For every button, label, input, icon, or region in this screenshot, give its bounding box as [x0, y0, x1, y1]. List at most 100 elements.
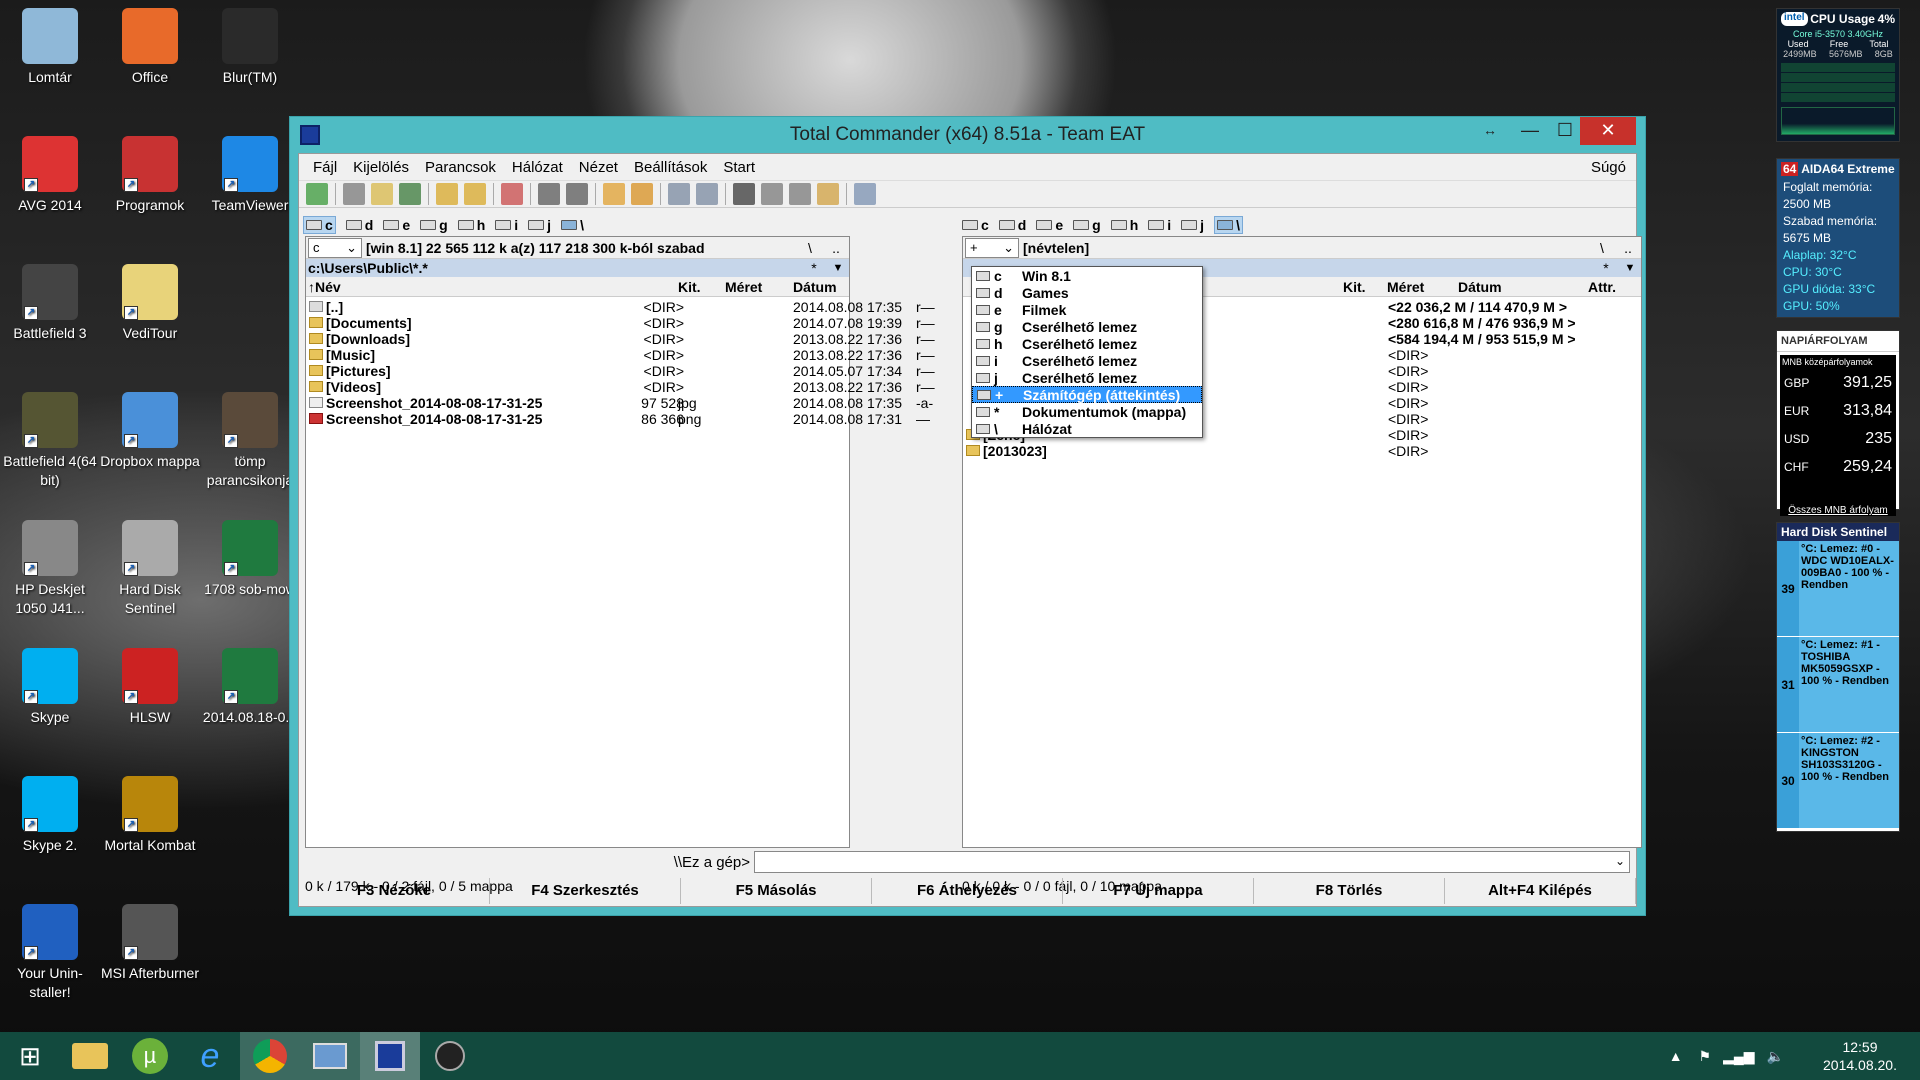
- drive-button-c[interactable]: c: [962, 217, 989, 233]
- taskbar-chrome[interactable]: [240, 1032, 300, 1080]
- desktop-icon[interactable]: ↗ 2014.08.18-0...: [200, 648, 300, 727]
- fkey-button[interactable]: F8 Törlés: [1254, 878, 1445, 904]
- drive-button-h[interactable]: h: [1110, 217, 1138, 233]
- desktop-icon[interactable]: ↗ Skype 2.: [0, 776, 100, 855]
- drive-button-d[interactable]: d: [998, 217, 1026, 233]
- desktop-icon[interactable]: ↗ MSI Afterburner: [100, 904, 200, 983]
- compare-icon[interactable]: [789, 183, 811, 205]
- url-icon[interactable]: [696, 183, 718, 205]
- desktop-icon[interactable]: ↗ Your Unin-staller!: [0, 904, 100, 1002]
- menu-1[interactable]: Kijelölés: [345, 159, 417, 176]
- desktop-icon[interactable]: ↗ Programok: [100, 136, 200, 215]
- start-button[interactable]: ⊞: [0, 1032, 60, 1080]
- pack-icon[interactable]: [603, 183, 625, 205]
- taskbar-utorrent[interactable]: µ: [120, 1032, 180, 1080]
- clock[interactable]: 12:59 2014.08.20.: [1814, 1038, 1906, 1074]
- col-size[interactable]: Méret: [1387, 279, 1424, 295]
- col-attr[interactable]: Attr.: [1588, 279, 1616, 295]
- drive-option[interactable]: j Cserélhető lemez: [972, 369, 1202, 386]
- right-filter[interactable]: *: [1593, 260, 1619, 276]
- left-filter[interactable]: *: [801, 260, 827, 276]
- forward-arrow-icon[interactable]: [566, 183, 588, 205]
- col-name[interactable]: ↑Név: [308, 279, 341, 295]
- desktop-icon[interactable]: ↗ AVG 2014: [0, 136, 100, 215]
- left-drive-combo[interactable]: c ⌄: [308, 237, 362, 258]
- sync-icon[interactable]: [464, 183, 486, 205]
- desktop-icon[interactable]: ↗ 1708 sob-mow: [200, 520, 300, 599]
- unpack-icon[interactable]: [631, 183, 653, 205]
- menu-6[interactable]: Start: [715, 159, 763, 176]
- file-row[interactable]: [2013023] <DIR>: [963, 443, 1641, 459]
- file-row[interactable]: [Pictures] <DIR> 2014.05.07 17:34 r—: [306, 363, 935, 379]
- file-row[interactable]: [Music] <DIR> 2013.08.22 17:36 r—: [306, 347, 935, 363]
- rates-link[interactable]: Összes MNB árfolyam: [1780, 505, 1896, 516]
- desktop-icon[interactable]: Office: [100, 8, 200, 87]
- menu-5[interactable]: Beállítások: [626, 159, 715, 176]
- binoculars-icon[interactable]: [733, 183, 755, 205]
- drive-option[interactable]: g Cserélhető lemez: [972, 318, 1202, 335]
- menu-3[interactable]: Hálózat: [504, 159, 571, 176]
- left-path-bar[interactable]: c:\Users\Public\*.* * ▼: [306, 259, 849, 277]
- speaker-icon[interactable]: 🔈: [1767, 1048, 1784, 1065]
- fkey-button[interactable]: F5 Másolás: [681, 878, 872, 904]
- title-bar[interactable]: Total Commander (x64) 8.51a - Team EAT ↔…: [290, 117, 1645, 153]
- desktop-icon[interactable]: ↗ Battlefield 3: [0, 264, 100, 343]
- desktop-icon[interactable]: ↗ Battlefield 4(64 bit): [0, 392, 100, 490]
- desktop-icon[interactable]: ↗ HP Deskjet 1050 J41...: [0, 520, 100, 618]
- taskbar-ie[interactable]: e: [180, 1032, 240, 1080]
- right-drive-combo[interactable]: + ⌄: [965, 237, 1019, 258]
- drive-option[interactable]: * Dokumentumok (mappa): [972, 403, 1202, 420]
- drive-button-d[interactable]: d: [345, 217, 373, 233]
- desktop-icon[interactable]: ↗ HLSW: [100, 648, 200, 727]
- desktop-icon[interactable]: Lomtár: [0, 8, 100, 87]
- drive-option[interactable]: h Cserélhető lemez: [972, 335, 1202, 352]
- desktop-icon[interactable]: ↗ Hard Disk Sentinel: [100, 520, 200, 618]
- drive-button-i[interactable]: i: [1148, 217, 1171, 233]
- ftp-icon[interactable]: [668, 183, 690, 205]
- drive-option[interactable]: + Számítógép (áttekintés): [972, 386, 1202, 403]
- fkey-button[interactable]: F6 Áthelyezés: [872, 878, 1063, 904]
- file-row[interactable]: [Videos] <DIR> 2013.08.22 17:36 r—: [306, 379, 935, 395]
- thumbnail-icon[interactable]: [399, 183, 421, 205]
- left-up-button[interactable]: ..: [823, 240, 849, 256]
- drive-button-j[interactable]: j: [1181, 217, 1204, 233]
- chevron-down-icon[interactable]: ▼: [1619, 262, 1641, 274]
- multi-rename-icon[interactable]: [761, 183, 783, 205]
- refresh-icon[interactable]: [306, 183, 328, 205]
- file-row[interactable]: Screenshot_2014-08-08-17-31-25 png 86 366 2…: [306, 411, 930, 427]
- flag-icon[interactable]: ⚑: [1699, 1048, 1712, 1065]
- drive-option[interactable]: e Filmek: [972, 301, 1202, 318]
- menu-help[interactable]: Súgó: [1583, 159, 1636, 176]
- desktop-icon[interactable]: ↗ Dropbox mappa: [100, 392, 200, 471]
- drive-option[interactable]: d Games: [972, 284, 1202, 301]
- col-size[interactable]: Méret: [725, 279, 762, 295]
- right-up-button[interactable]: ..: [1615, 240, 1641, 256]
- fkey-button[interactable]: Alt+F4 Kilépés: [1445, 878, 1636, 904]
- taskbar-explorer[interactable]: [60, 1032, 120, 1080]
- file-row[interactable]: Screenshot_2014-08-08-17-31-25 jpg 97 528 2…: [306, 395, 933, 411]
- cmdline-input[interactable]: ⌄: [754, 851, 1630, 873]
- menu-0[interactable]: Fájl: [305, 159, 345, 176]
- col-date[interactable]: Dátum: [1458, 279, 1502, 295]
- taskbar-network[interactable]: [300, 1032, 360, 1080]
- sync-dirs-icon[interactable]: [817, 183, 839, 205]
- file-row[interactable]: [Documents] <DIR> 2014.07.08 19:39 r—: [306, 315, 935, 331]
- drive-button-h[interactable]: h: [457, 217, 485, 233]
- right-root-button[interactable]: \: [1589, 240, 1615, 256]
- drive-dropdown-list[interactable]: c Win 8.1 d Games e Filmek g Cserélhető lemez h C…: [971, 266, 1203, 438]
- signal-icon[interactable]: ▂▄▆: [1723, 1048, 1754, 1065]
- drive-button-e[interactable]: e: [1036, 217, 1063, 233]
- file-row[interactable]: [Downloads] <DIR> 2013.08.22 17:36 r—: [306, 331, 935, 347]
- col-ext[interactable]: Kit.: [678, 279, 701, 295]
- col-ext[interactable]: Kit.: [1343, 279, 1366, 295]
- drive-option[interactable]: i Cserélhető lemez: [972, 352, 1202, 369]
- taskbar-steam[interactable]: [420, 1032, 480, 1080]
- back-arrow-icon[interactable]: [538, 183, 560, 205]
- desktop-icon[interactable]: ↗ Skype: [0, 648, 100, 727]
- menu-2[interactable]: Parancsok: [417, 159, 504, 176]
- drive-button-g[interactable]: g: [420, 217, 448, 233]
- notepad-icon[interactable]: [854, 183, 876, 205]
- drive-button-i[interactable]: i: [495, 217, 518, 233]
- chevron-down-icon[interactable]: ▼: [827, 262, 849, 274]
- mark-icon[interactable]: [501, 183, 523, 205]
